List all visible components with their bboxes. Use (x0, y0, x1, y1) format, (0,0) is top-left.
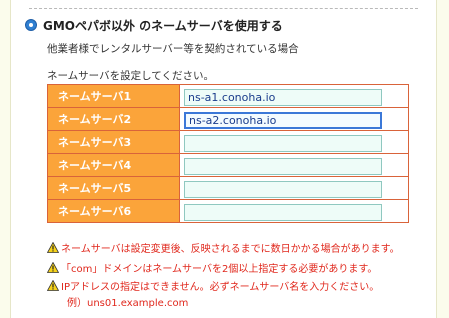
warning-line-2: 「com」ドメインはネームサーバを2個以上指定する必要があります。 (46, 260, 378, 275)
table-row: ネームサーバ2 (47, 107, 409, 131)
nameserver-label-4: ネームサーバ4 (47, 153, 180, 177)
divider (29, 8, 418, 9)
nameserver-input-6[interactable] (184, 204, 382, 221)
option-description: 他業者様でレンタルサーバー等を契約されている場合 (47, 43, 299, 55)
table-row: ネームサーバ5 (47, 176, 409, 200)
example-text: 例）uns01.example.com (67, 298, 189, 309)
nameserver-input-4[interactable] (184, 158, 382, 175)
table-row: ネームサーバ3 (47, 130, 409, 154)
nameserver-table: ネームサーバ1 ネームサーバ2 ネームサーバ3 ネームサーバ4 ネームサーバ5 … (47, 84, 409, 223)
nameserver-input-5[interactable] (184, 181, 382, 198)
nameserver-input-1[interactable] (184, 89, 382, 106)
warning-text-2: 「com」ドメインはネームサーバを2個以上指定する必要があります。 (61, 264, 378, 275)
warning-line-3: IPアドレスの指定はできません。必ずネームサーバ名を入力ください。 (46, 278, 380, 293)
nameserver-prompt: ネームサーバを設定してください。 (47, 70, 214, 82)
nameserver-input-3[interactable] (184, 135, 382, 152)
warning-line-1: ネームサーバは設定変更後、反映されるまでに数日かかる場合があります。 (46, 240, 400, 255)
warning-text-3: IPアドレスの指定はできません。必ずネームサーバ名を入力ください。 (61, 282, 380, 293)
radio-other-nameserver[interactable] (25, 19, 37, 31)
nameserver-label-2: ネームサーバ2 (47, 107, 180, 131)
warning-icon (46, 279, 60, 291)
nameserver-label-5: ネームサーバ5 (47, 176, 180, 200)
nameserver-input-2[interactable] (184, 112, 382, 129)
table-row: ネームサーバ1 (47, 84, 409, 108)
table-row: ネームサーバ4 (47, 153, 409, 177)
nameserver-label-1: ネームサーバ1 (47, 84, 180, 108)
nameserver-label-6: ネームサーバ6 (47, 199, 180, 223)
warning-icon (46, 261, 60, 273)
option-title: GMOペパボ以外 のネームサーバを使用する (43, 19, 283, 33)
warning-icon (46, 241, 60, 253)
nameserver-label-3: ネームサーバ3 (47, 130, 180, 154)
nameserver-panel: GMOペパボ以外 のネームサーバを使用する 他業者様でレンタルサーバー等を契約さ… (10, 0, 437, 318)
table-row: ネームサーバ6 (47, 199, 409, 223)
warning-text-1: ネームサーバは設定変更後、反映されるまでに数日かかる場合があります。 (61, 244, 400, 255)
